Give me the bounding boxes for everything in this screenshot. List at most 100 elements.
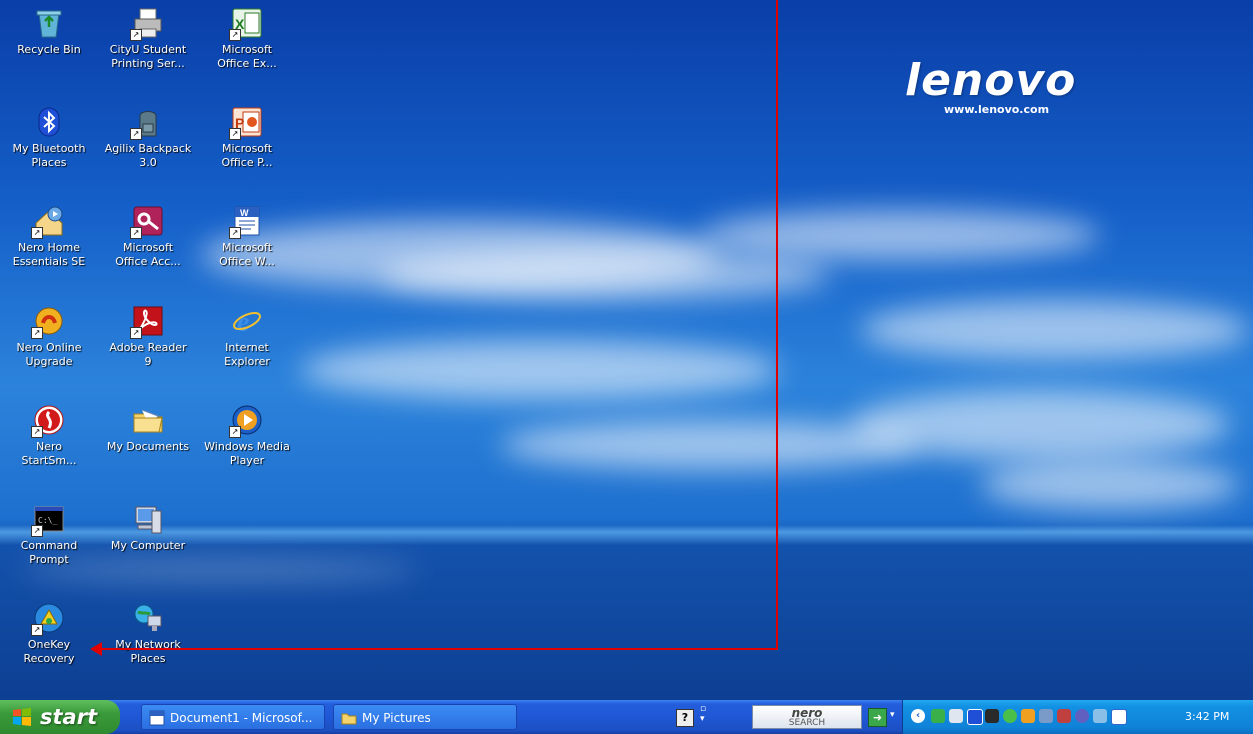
desktop-icon-nero-online-upgrade[interactable]: ↗ Nero Online Upgrade (5, 305, 93, 369)
desktop-icon-microsoft-office-excel[interactable]: X ↗ Microsoft Office Ex... (203, 7, 291, 71)
shortcut-arrow-icon: ↗ (229, 29, 241, 41)
nero-home-icon: ↗ (31, 205, 65, 239)
command-prompt-icon: C:\_ ↗ (31, 503, 65, 537)
cloud (500, 420, 920, 470)
taskbar-toggle-icon[interactable]: ▫ ▾ (700, 704, 706, 724)
nero-upgrade-icon: ↗ (31, 305, 65, 339)
nero-search-caption: SEARCH (788, 718, 826, 728)
onekey-recovery-icon: ↗ (31, 602, 65, 636)
icon-label: Recycle Bin (17, 43, 81, 56)
desktop-icon-my-bluetooth-places[interactable]: My Bluetooth Places (5, 106, 93, 170)
svg-text:e: e (237, 307, 249, 337)
audio-manager-icon[interactable] (1075, 709, 1089, 723)
shortcut-arrow-icon: ↗ (130, 327, 142, 339)
shortcut-arrow-icon: ↗ (31, 525, 43, 537)
icon-label: Nero Home Essentials SE (12, 241, 86, 268)
taskbar-item-document1[interactable]: Document1 - Microsof... (141, 704, 325, 730)
shortcut-arrow-icon: ↗ (130, 29, 142, 41)
desktop-icon-my-network-places[interactable]: My Network Places (104, 602, 192, 666)
taskbar-item-label: Document1 - Microsof... (170, 711, 313, 725)
icon-label: Microsoft Office Ex... (217, 43, 277, 70)
nero-startsmart-icon: ↗ (31, 404, 65, 438)
bluetooth-tray-icon[interactable] (967, 709, 983, 725)
network-status-icon[interactable] (931, 709, 945, 723)
desktop-icon-command-prompt[interactable]: C:\_ ↗ Command Prompt (5, 503, 93, 567)
annotation-line-horizontal (100, 648, 778, 650)
nero-dropdown-icon[interactable]: ▾ (890, 710, 895, 720)
network-connection-icon[interactable] (1057, 709, 1071, 723)
power-icon[interactable] (1021, 709, 1035, 723)
nero-go-button[interactable]: ➜ (868, 708, 887, 727)
monitor-icon[interactable] (1039, 709, 1053, 723)
desktop-icon-internet-explorer[interactable]: e Internet Explorer (203, 305, 291, 369)
backpack-icon: ↗ (130, 106, 164, 140)
shortcut-arrow-icon: ↗ (130, 128, 142, 140)
bluetooth-icon (33, 106, 65, 138)
desktop-icon-my-computer[interactable]: My Computer (104, 503, 192, 553)
icon-label: Microsoft Office Acc... (115, 241, 181, 268)
phone-icon[interactable] (1093, 709, 1107, 723)
network-places-icon (132, 602, 164, 634)
cloud (860, 300, 1250, 360)
shortcut-arrow-icon: ↗ (31, 624, 43, 636)
nero-search-box[interactable]: nero SEARCH (752, 705, 862, 729)
desktop-icon-windows-media-player[interactable]: ↗ Windows Media Player (203, 404, 291, 468)
desktop-icon-onekey-recovery[interactable]: ↗ OneKey Recovery (5, 602, 93, 666)
display-settings-icon[interactable] (985, 709, 999, 723)
svg-text:W: W (240, 208, 249, 218)
word-icon: W ↗ (229, 205, 263, 239)
shortcut-arrow-icon: ↗ (31, 426, 43, 438)
icon-label: OneKey Recovery (23, 638, 75, 665)
annotation-line-vertical (776, 0, 778, 650)
cloud (700, 210, 1100, 260)
folder-icon (341, 713, 357, 725)
desktop-icon-nero-startsmart[interactable]: ↗ Nero StartSm... (5, 404, 93, 468)
desktop-icon-adobe-reader[interactable]: ↗ Adobe Reader 9 (104, 305, 192, 369)
icon-label: My Documents (106, 440, 190, 453)
icon-label: Nero Online Upgrade (16, 341, 82, 368)
desktop-icon-cityu-student-printing[interactable]: ↗ CityU Student Printing Ser... (104, 7, 192, 71)
icon-label: Internet Explorer (224, 341, 270, 368)
help-icon[interactable]: ? (676, 709, 694, 727)
nero-search-brand: nero (791, 706, 823, 720)
shortcut-arrow-icon: ↗ (31, 227, 43, 239)
icon-label: Microsoft Office W... (219, 241, 275, 268)
desktop-icon-my-documents[interactable]: My Documents (104, 404, 192, 454)
clock[interactable]: 3:42 PM (1185, 710, 1229, 723)
taskbar: start Document1 - Microsof... My Picture… (0, 700, 1253, 734)
word-document-icon (149, 710, 165, 726)
icon-label: Nero StartSm... (21, 440, 77, 467)
shortcut-arrow-icon: ↗ (229, 128, 241, 140)
start-button[interactable]: start (0, 700, 120, 734)
lenovo-url: www.lenovo.com (944, 103, 1050, 116)
shortcut-arrow-icon: ↗ (229, 426, 241, 438)
desktop-icon-microsoft-office-word[interactable]: W ↗ Microsoft Office W... (203, 205, 291, 269)
icon-label: Windows Media Player (204, 440, 290, 467)
icon-label: Adobe Reader 9 (109, 341, 187, 368)
security-shield-icon[interactable] (1003, 709, 1017, 723)
desktop-icon-microsoft-office-powerpoint[interactable]: P ↗ Microsoft Office P... (203, 106, 291, 170)
desktop-icon-recycle-bin[interactable]: Recycle Bin (5, 7, 93, 57)
desktop: lenovo www.lenovo.com Recycle Bin ↗ City… (0, 0, 1253, 700)
desktop-icon-agilix-backpack[interactable]: ↗ Agilix Backpack 3.0 (104, 106, 192, 170)
computer-icon (132, 503, 164, 535)
annotation-arrowhead-icon (90, 642, 102, 656)
window-icon[interactable] (1111, 709, 1127, 725)
icon-label: Microsoft Office P... (221, 142, 273, 169)
icon-label: My Computer (110, 539, 186, 552)
icon-label: Agilix Backpack 3.0 (104, 142, 192, 169)
tray-expand-icon[interactable]: ‹ (911, 709, 925, 723)
desktop-icon-microsoft-office-access[interactable]: ↗ Microsoft Office Acc... (104, 205, 192, 269)
taskbar-item-my-pictures[interactable]: My Pictures (333, 704, 517, 730)
speaker-icon[interactable] (949, 709, 963, 723)
printer-icon: ↗ (130, 7, 164, 41)
shortcut-arrow-icon: ↗ (130, 227, 142, 239)
adobe-reader-icon: ↗ (130, 305, 164, 339)
desktop-icon-nero-home-essentials[interactable]: ↗ Nero Home Essentials SE (5, 205, 93, 269)
shortcut-arrow-icon: ↗ (31, 327, 43, 339)
media-player-icon: ↗ (229, 404, 263, 438)
cloud (300, 340, 780, 400)
shortcut-arrow-icon: ↗ (229, 227, 241, 239)
icon-label: CityU Student Printing Ser... (109, 43, 187, 70)
cloud (980, 460, 1240, 510)
